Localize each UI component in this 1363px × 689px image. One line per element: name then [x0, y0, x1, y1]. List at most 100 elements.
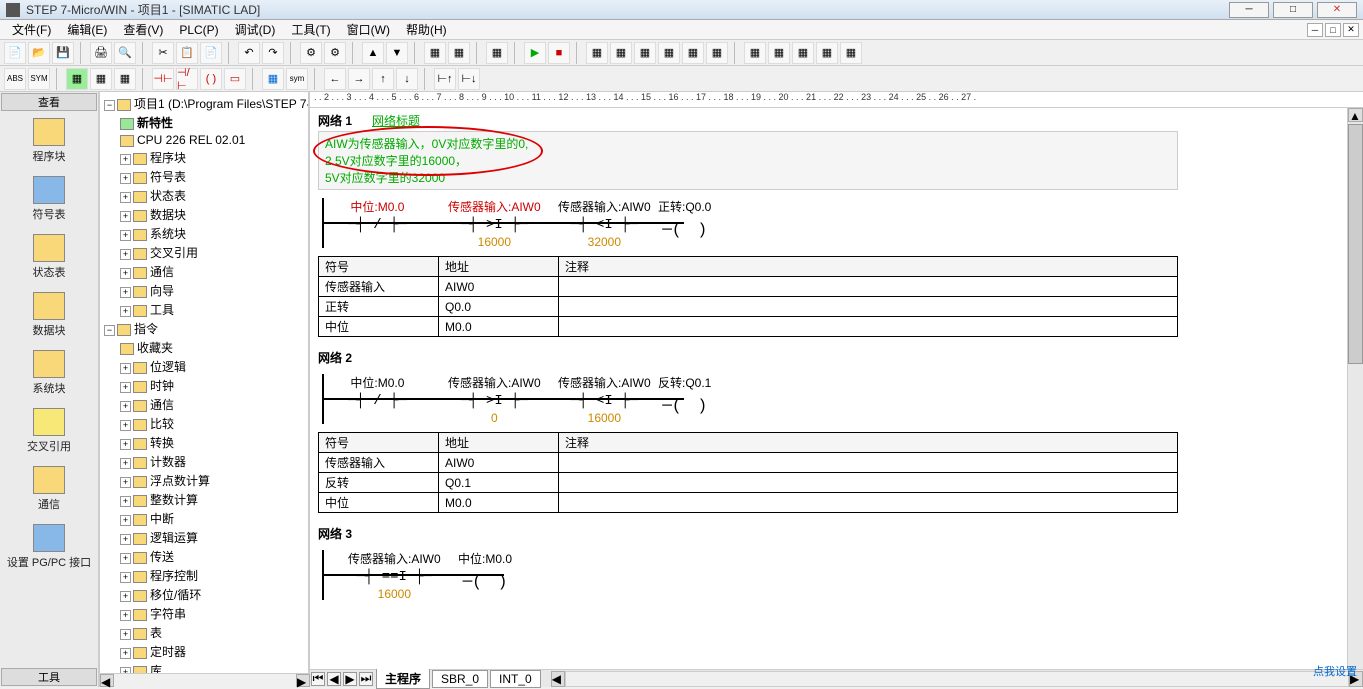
nav-status-table[interactable]: 状态表: [0, 228, 98, 286]
sym-info-button[interactable]: sym: [286, 68, 308, 90]
tree-item[interactable]: 交叉引用: [150, 246, 198, 260]
tree-item[interactable]: 表: [150, 626, 162, 640]
minimize-button[interactable]: ─: [1229, 2, 1269, 18]
redo-button[interactable]: ↷: [262, 42, 284, 64]
expand-icon[interactable]: −: [104, 325, 115, 336]
read-button[interactable]: ▦: [682, 42, 704, 64]
contact-nc-icon[interactable]: ─┤ / ├─: [348, 217, 407, 233]
new-button[interactable]: 📄: [4, 42, 26, 64]
tree-item[interactable]: 比较: [150, 417, 174, 431]
expand-icon[interactable]: +: [120, 192, 131, 203]
symbol-table[interactable]: 符号地址注释 传感器输入AIW0 正转Q0.0 中位M0.0: [318, 256, 1178, 337]
expand-icon[interactable]: +: [120, 458, 131, 469]
tree-item[interactable]: 符号表: [150, 170, 186, 184]
expand-icon[interactable]: +: [120, 534, 131, 545]
expand-icon[interactable]: +: [120, 648, 131, 659]
maximize-button[interactable]: □: [1273, 2, 1313, 18]
expand-icon[interactable]: +: [120, 363, 131, 374]
copy-button[interactable]: 📋: [176, 42, 198, 64]
nav-data-block[interactable]: 数据块: [0, 286, 98, 344]
expand-icon[interactable]: +: [120, 591, 131, 602]
chart-button[interactable]: ▦: [610, 42, 632, 64]
nav-pgpc[interactable]: 设置 PG/PC 接口: [0, 518, 98, 576]
tree-item[interactable]: 系统块: [150, 227, 186, 241]
tool-c-button[interactable]: ▦: [792, 42, 814, 64]
nav-footer[interactable]: 工具: [1, 668, 97, 686]
nav-cross-ref[interactable]: 交叉引用: [0, 402, 98, 460]
network-3[interactable]: 网络 3 传感器输入:AIW0─┤ ==I ├─16000 中位:M0.0─( …: [318, 525, 1355, 600]
toggle-button[interactable]: ▦: [486, 42, 508, 64]
insert-network-button[interactable]: ▦: [424, 42, 446, 64]
paste-button[interactable]: 📄: [200, 42, 222, 64]
expand-icon[interactable]: +: [120, 572, 131, 583]
preview-button[interactable]: 🔍: [114, 42, 136, 64]
tree-item[interactable]: 数据块: [150, 208, 186, 222]
tool-b-button[interactable]: ▦: [768, 42, 790, 64]
tree-item[interactable]: 通信: [150, 265, 174, 279]
tree-item[interactable]: 整数计算: [150, 493, 198, 507]
project-tree[interactable]: −项目1 (D:\Program Files\STEP 7- 新特性 CPU 2…: [100, 92, 310, 673]
tree-item[interactable]: 移位/循环: [150, 588, 201, 602]
symbol-table[interactable]: 符号地址注释 传感器输入AIW0 反转Q0.1 中位M0.0: [318, 432, 1178, 513]
tree-item[interactable]: 浮点数计算: [150, 474, 210, 488]
tree-hscroll[interactable]: ◀▶: [100, 673, 310, 687]
bottom-link[interactable]: 点我设置: [1313, 663, 1357, 679]
expand-icon[interactable]: +: [120, 154, 131, 165]
tree-item[interactable]: 字符串: [150, 607, 186, 621]
arrow-left-button[interactable]: ←: [324, 68, 346, 90]
compile-button[interactable]: ⚙: [300, 42, 322, 64]
coil-icon[interactable]: ─( ): [662, 391, 707, 415]
menu-edit[interactable]: 编辑(E): [59, 21, 115, 38]
expand-icon[interactable]: +: [120, 610, 131, 621]
tree-instructions[interactable]: 指令: [134, 322, 158, 336]
editor-vscroll[interactable]: ▲: [1347, 108, 1363, 669]
tree-item[interactable]: 程序控制: [150, 569, 198, 583]
tree-item[interactable]: 工具: [150, 303, 174, 317]
expand-icon[interactable]: +: [120, 553, 131, 564]
contact-nc-icon[interactable]: ─┤ / ├─: [348, 393, 407, 409]
show-abs-button[interactable]: ABS: [4, 68, 26, 90]
branch-down-button[interactable]: ⊢↓: [458, 68, 480, 90]
tool-d-button[interactable]: ▦: [816, 42, 838, 64]
expand-icon[interactable]: +: [120, 496, 131, 507]
menu-window[interactable]: 窗口(W): [339, 21, 398, 38]
compare-gt-icon[interactable]: ─┤ >I ├─: [448, 393, 541, 409]
menu-file[interactable]: 文件(F): [4, 21, 59, 38]
mdi-restore-button[interactable]: □: [1325, 23, 1341, 37]
tree-project[interactable]: 项目1 (D:\Program Files\STEP 7-: [134, 97, 310, 111]
show-sym-button[interactable]: SYM: [28, 68, 50, 90]
tree-item[interactable]: 通信: [150, 398, 174, 412]
coil-button[interactable]: ( ): [200, 68, 222, 90]
expand-icon[interactable]: +: [120, 477, 131, 488]
network-comment[interactable]: AIW为传感器输入，0V对应数字里的0, 2.5V对应数字里的16000， 5V…: [318, 131, 1178, 190]
coil-icon[interactable]: ─( ): [662, 215, 707, 239]
tree-item[interactable]: 转换: [150, 436, 174, 450]
compare-eq-icon[interactable]: ─┤ ==I ├─: [348, 569, 441, 585]
nav-symbol-table[interactable]: 符号表: [0, 170, 98, 228]
open-button[interactable]: 📂: [28, 42, 50, 64]
tree-item[interactable]: 逻辑运算: [150, 531, 198, 545]
cut-button[interactable]: ✂: [152, 42, 174, 64]
expand-icon[interactable]: +: [120, 230, 131, 241]
download-button[interactable]: ▼: [386, 42, 408, 64]
mdi-close-button[interactable]: ✕: [1343, 23, 1359, 37]
tree-item[interactable]: 收藏夹: [137, 341, 173, 355]
coil-icon[interactable]: ─( ): [463, 567, 508, 591]
ladder-canvas[interactable]: 网络 1网络标题 AIW为传感器输入，0V对应数字里的0, 2.5V对应数字里的…: [310, 108, 1363, 669]
tree-item[interactable]: 传送: [150, 550, 174, 564]
expand-icon[interactable]: +: [120, 211, 131, 222]
nav-program-block[interactable]: 程序块: [0, 112, 98, 170]
stop-button[interactable]: ■: [548, 42, 570, 64]
arrow-up-button[interactable]: ↑: [372, 68, 394, 90]
expand-icon[interactable]: +: [120, 268, 131, 279]
tool-e-button[interactable]: ▦: [840, 42, 862, 64]
view-fbd-button[interactable]: ▦: [114, 68, 136, 90]
expand-icon[interactable]: +: [120, 439, 131, 450]
tree-item[interactable]: 时钟: [150, 379, 174, 393]
print-button[interactable]: 🖨: [90, 42, 112, 64]
view-stl-button[interactable]: ▦: [90, 68, 112, 90]
expand-icon[interactable]: +: [120, 173, 131, 184]
compile-all-button[interactable]: ⚙: [324, 42, 346, 64]
menu-debug[interactable]: 调试(D): [227, 21, 284, 38]
contact-no-button[interactable]: ⊣⊢: [152, 68, 174, 90]
